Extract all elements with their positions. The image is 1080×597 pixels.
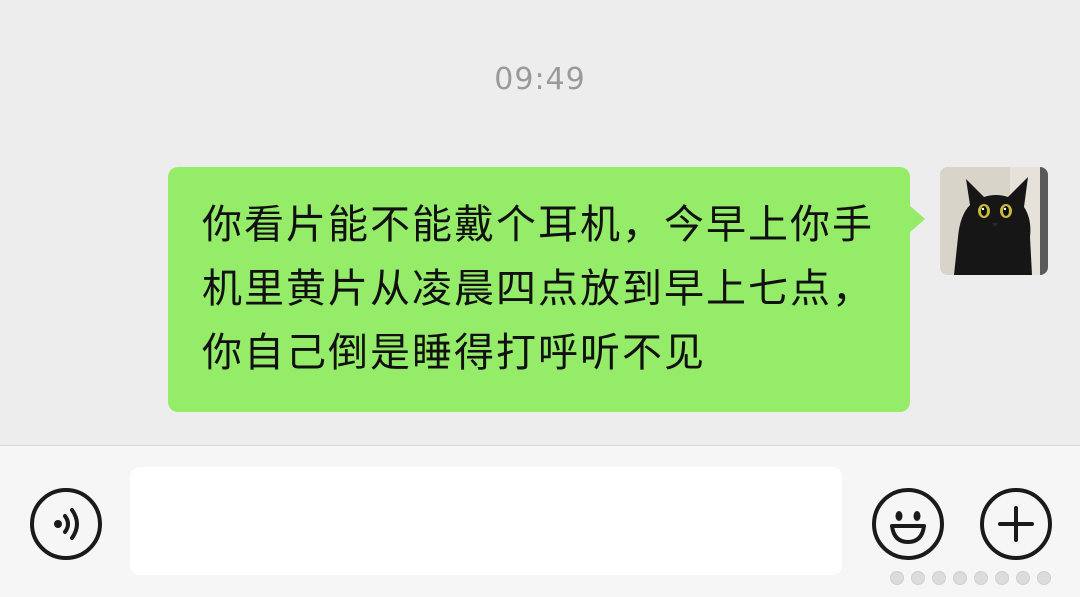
voice-icon	[54, 508, 79, 540]
message-timestamp: 09:49	[494, 62, 586, 97]
more-button[interactable]	[980, 488, 1052, 560]
message-text: 你看片能不能戴个耳机，今早上你手机里黄片从凌晨四点放到早上七点，你自己倒是睡得打…	[202, 202, 874, 376]
emoji-button[interactable]	[872, 488, 944, 560]
message-input[interactable]	[130, 467, 842, 575]
watermark-icon	[890, 566, 1070, 590]
cat-avatar-icon	[940, 167, 1048, 275]
plus-icon	[998, 506, 1034, 542]
voice-button[interactable]	[30, 488, 102, 560]
message-bubble-self[interactable]: 你看片能不能戴个耳机，今早上你手机里黄片从凌晨四点放到早上七点，你自己倒是睡得打…	[168, 167, 925, 412]
emoji-icon	[890, 511, 926, 544]
chat-area: 09:49 你看片能不能戴个耳机，今早上你手机里黄片从凌晨四点放到早上七点，你自…	[0, 0, 1080, 445]
avatar[interactable]	[940, 167, 1048, 275]
